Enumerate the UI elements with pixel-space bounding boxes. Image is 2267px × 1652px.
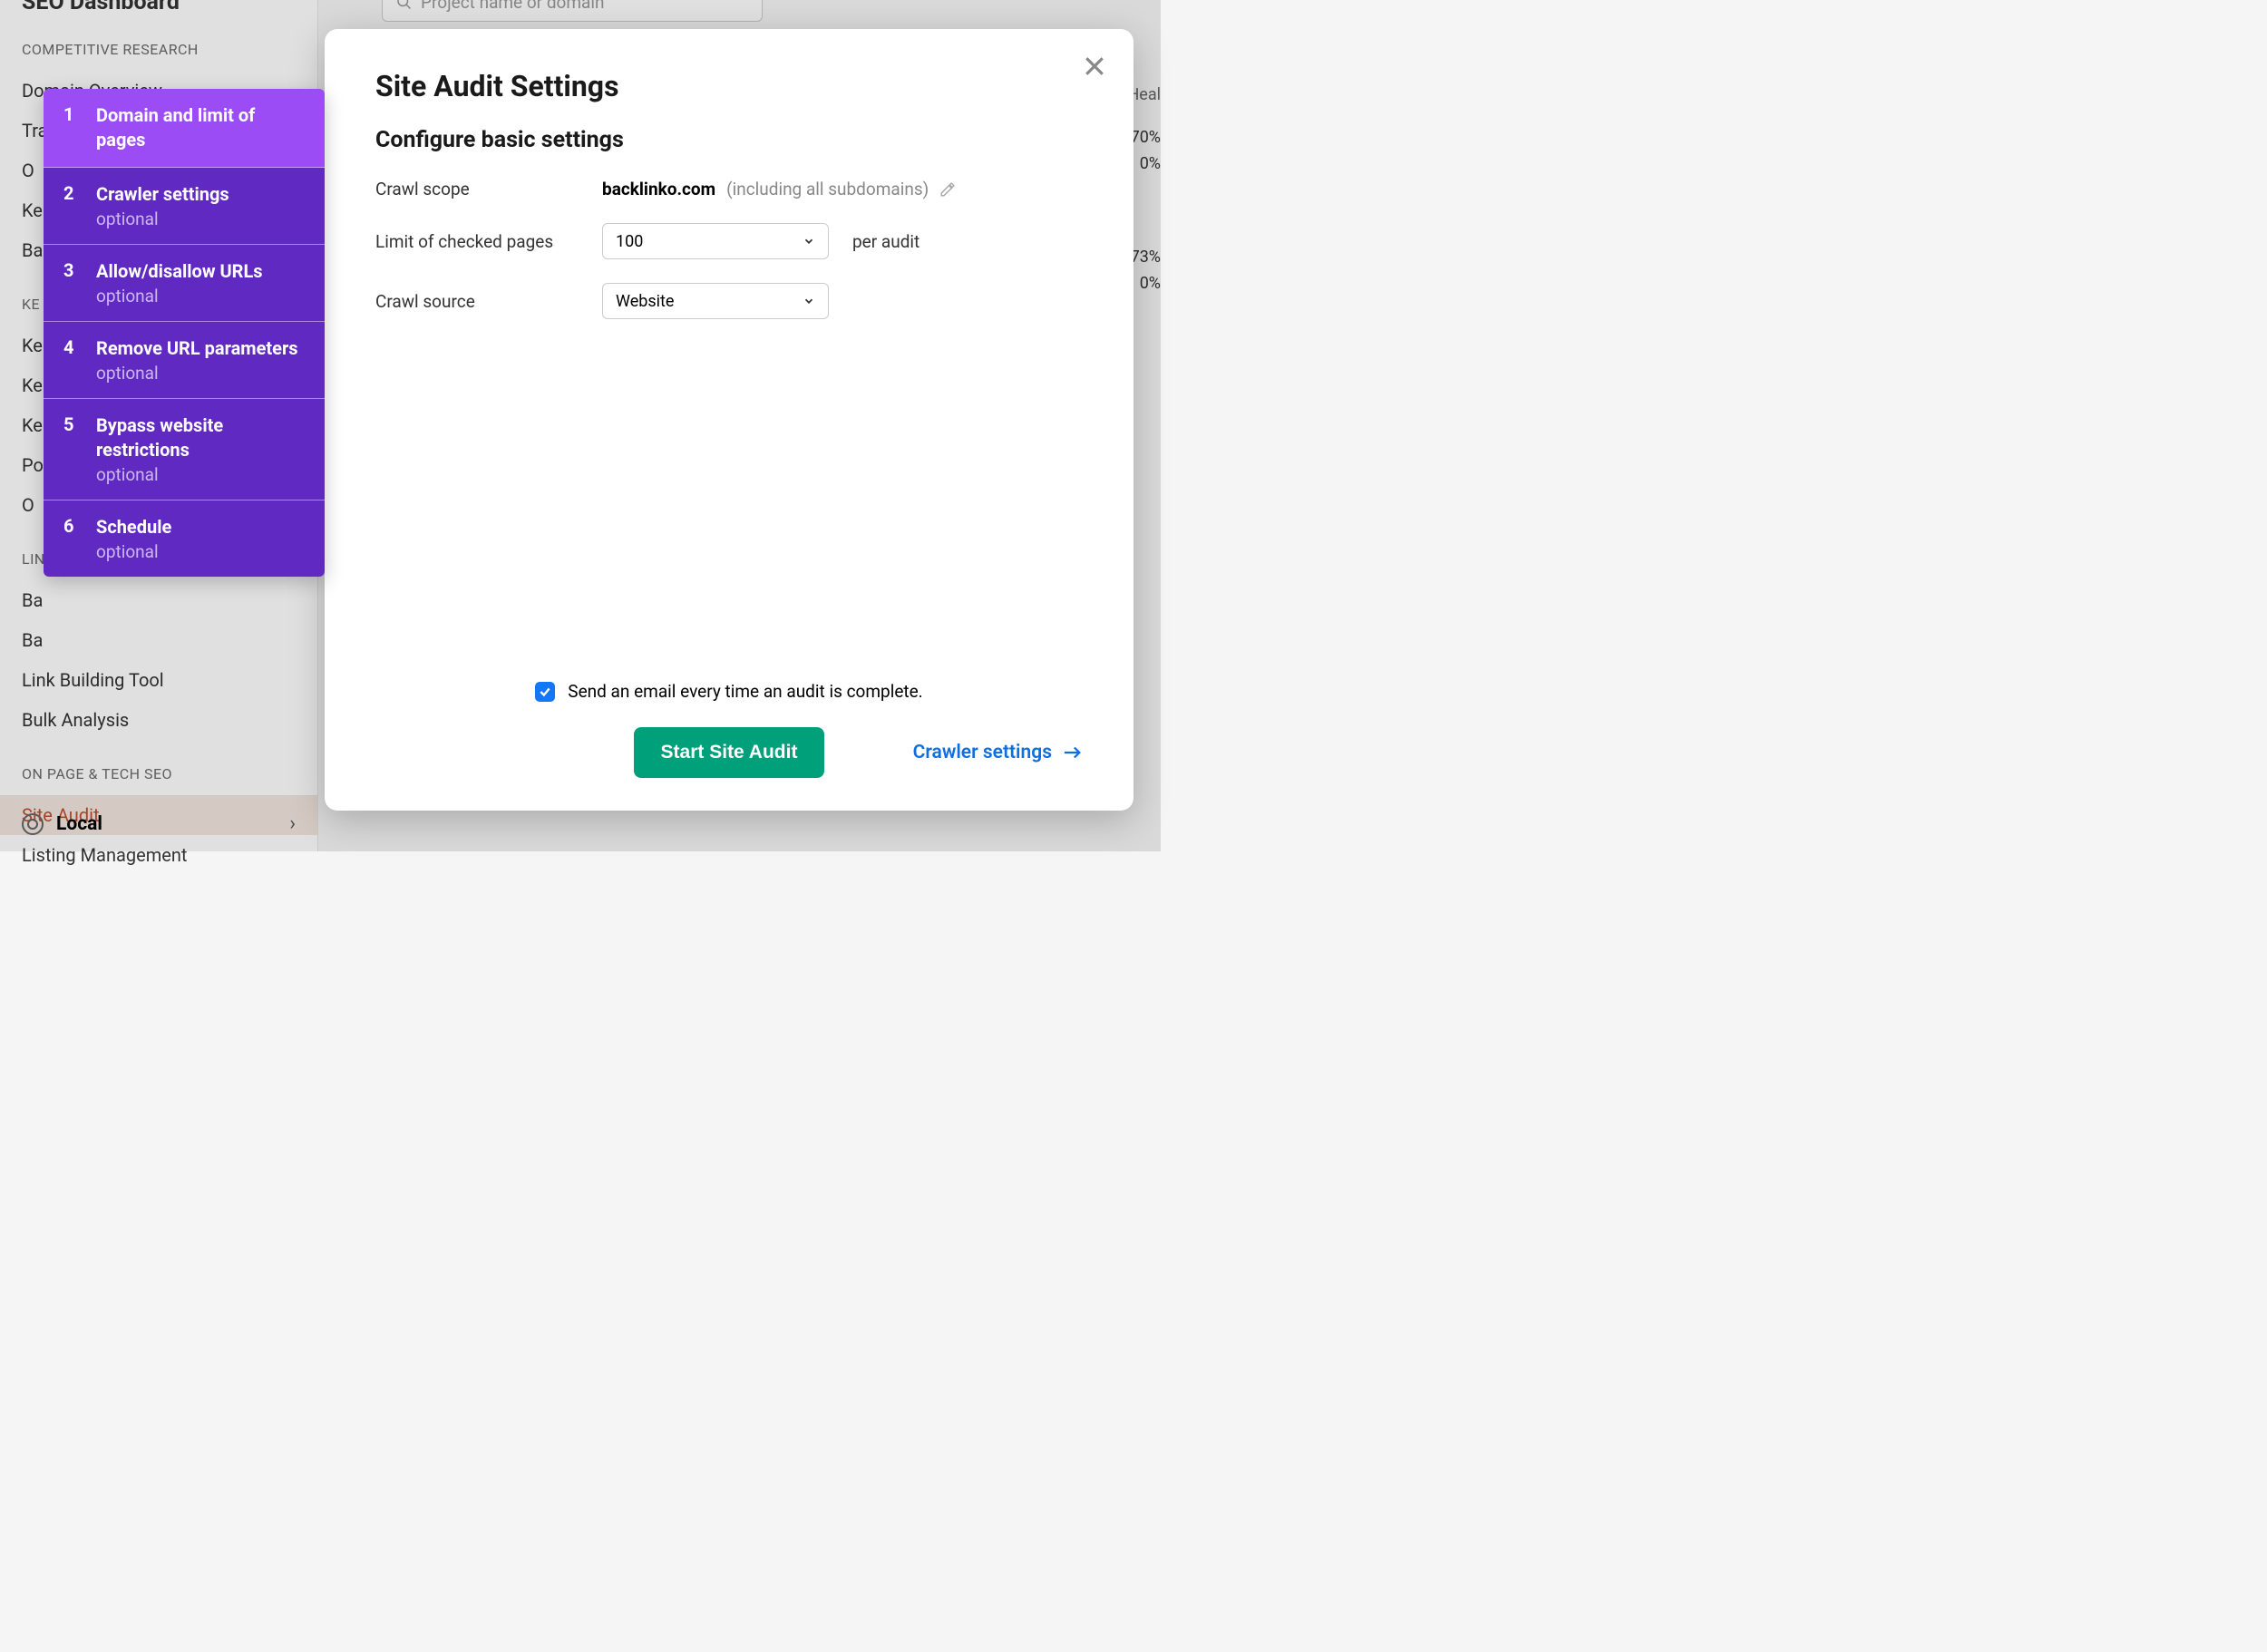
- wizard-step[interactable]: 5 Bypass website restrictionsoptional: [44, 399, 325, 500]
- check-icon: [539, 685, 551, 698]
- crawl-scope-hint: (including all subdomains): [726, 179, 929, 199]
- crawler-settings-link[interactable]: Crawler settings: [913, 742, 1083, 763]
- close-icon: [1081, 53, 1108, 80]
- email-checkbox[interactable]: [535, 682, 555, 702]
- edit-icon[interactable]: [939, 181, 956, 198]
- wizard-step-number: 4: [63, 336, 76, 384]
- wizard-step-number: 3: [63, 259, 76, 306]
- modal-title: Site Audit Settings: [375, 69, 1083, 103]
- wizard-step-number: 6: [63, 515, 76, 562]
- close-button[interactable]: [1081, 53, 1108, 80]
- wizard-stepper: 1 Domain and limit of pages 2 Crawler setti…: [44, 89, 325, 577]
- modal-subtitle: Configure basic settings: [375, 127, 1083, 153]
- wizard-step[interactable]: 4 Remove URL parametersoptional: [44, 322, 325, 399]
- limit-pages-row: Limit of checked pages 100 per audit: [375, 223, 1083, 259]
- arrow-right-icon: [1063, 745, 1083, 760]
- wizard-step-optional: optional: [96, 541, 171, 562]
- wizard-step[interactable]: 2 Crawler settingsoptional: [44, 168, 325, 245]
- wizard-step-title: Bypass website restrictions: [96, 413, 308, 462]
- wizard-step-number: 1: [63, 103, 76, 152]
- wizard-step-optional: optional: [96, 209, 229, 229]
- wizard-step-title: Crawler settings: [96, 182, 229, 207]
- chevron-down-icon: [803, 235, 815, 248]
- crawl-source-label: Crawl source: [375, 291, 602, 312]
- wizard-step-number: 5: [63, 413, 76, 485]
- wizard-step-title: Schedule: [96, 515, 171, 539]
- site-audit-settings-modal: Site Audit Settings Configure basic sett…: [325, 29, 1134, 811]
- crawler-settings-label: Crawler settings: [913, 742, 1052, 763]
- wizard-step[interactable]: 6 Scheduleoptional: [44, 500, 325, 577]
- start-site-audit-button[interactable]: Start Site Audit: [634, 727, 825, 778]
- wizard-step-optional: optional: [96, 363, 298, 384]
- wizard-step-optional: optional: [96, 286, 263, 306]
- crawl-scope-row: Crawl scope backlinko.com (including all…: [375, 179, 1083, 199]
- wizard-step-title: Domain and limit of pages: [96, 103, 308, 152]
- crawl-source-row: Crawl source Website: [375, 283, 1083, 319]
- limit-pages-select[interactable]: 100: [602, 223, 829, 259]
- wizard-step[interactable]: 1 Domain and limit of pages: [44, 89, 325, 168]
- wizard-step-number: 2: [63, 182, 76, 229]
- crawl-source-value: Website: [616, 292, 674, 311]
- crawl-source-select[interactable]: Website: [602, 283, 829, 319]
- crawl-scope-domain: backlinko.com: [602, 179, 715, 199]
- limit-pages-value: 100: [616, 232, 643, 251]
- wizard-step-title: Remove URL parameters: [96, 336, 298, 361]
- email-checkbox-label: Send an email every time an audit is com…: [568, 681, 922, 702]
- modal-footer: Send an email every time an audit is com…: [375, 681, 1083, 778]
- wizard-step-title: Allow/disallow URLs: [96, 259, 263, 284]
- limit-pages-label: Limit of checked pages: [375, 231, 602, 252]
- limit-pages-suffix: per audit: [852, 231, 919, 252]
- wizard-step[interactable]: 3 Allow/disallow URLsoptional: [44, 245, 325, 322]
- chevron-down-icon: [803, 295, 815, 307]
- crawl-scope-value: backlinko.com (including all subdomains): [602, 179, 956, 199]
- wizard-step-optional: optional: [96, 464, 308, 485]
- crawl-scope-label: Crawl scope: [375, 179, 602, 199]
- email-checkbox-row[interactable]: Send an email every time an audit is com…: [375, 681, 1083, 702]
